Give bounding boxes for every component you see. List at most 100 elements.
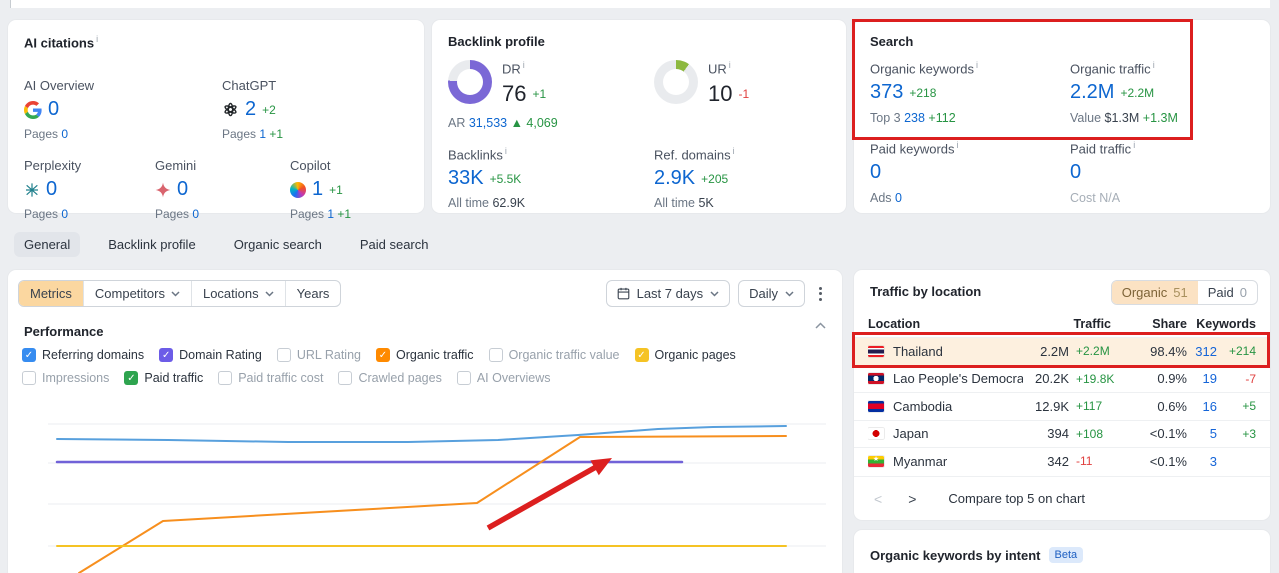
japan-flag: [868, 428, 884, 440]
collapse-section-button[interactable]: [815, 322, 826, 329]
ads-row: Ads 0: [870, 191, 902, 206]
info-icon[interactable]: i: [957, 140, 959, 150]
info-icon[interactable]: i: [523, 60, 525, 70]
search-title: Search: [870, 34, 914, 49]
chevron-up-icon: [815, 322, 826, 329]
info-icon[interactable]: i: [1133, 140, 1135, 150]
table-footer: < > Compare top 5 on chart: [854, 476, 1270, 520]
checkbox-organic-pages[interactable]: Organic pages: [634, 348, 736, 362]
paid-traffic-value[interactable]: 0: [1070, 161, 1081, 184]
cutoff-top-strip: [10, 0, 1270, 8]
paid-keywords-value[interactable]: 0: [870, 161, 881, 184]
myanmar-flag: [868, 455, 884, 467]
cost-row: Cost N/A: [1070, 191, 1121, 206]
info-icon[interactable]: i: [733, 146, 735, 156]
pages-value[interactable]: 1: [259, 127, 266, 141]
chevron-down-icon: [171, 290, 180, 297]
pages-value[interactable]: 0: [192, 207, 199, 221]
ai-overview-value: 0: [48, 98, 60, 120]
pages-value[interactable]: 1: [327, 207, 334, 221]
ur-donut: [654, 60, 698, 104]
location-table: Location Traffic Share Keywords Thailand…: [854, 310, 1270, 475]
cambodia-flag: [868, 400, 884, 412]
col-location[interactable]: Location: [868, 317, 1023, 331]
years-button[interactable]: Years: [284, 281, 341, 306]
info-icon[interactable]: i: [96, 34, 98, 44]
ur-change: -1: [738, 87, 750, 102]
backlinks-label: Backlinks i: [448, 146, 507, 163]
table-row-myanmar[interactable]: Myanmar 342 -11 <0.1% 3: [854, 447, 1270, 475]
ahrefs-rank: AR 31,533 ▲ 4,069: [448, 116, 558, 130]
backlink-profile-card: Backlink profile DR i 76 +1 AR 31,533 ▲ 4,…: [432, 20, 846, 213]
pages-value[interactable]: 0: [61, 207, 68, 221]
chart-filter-group: Metrics Competitors Locations Years: [18, 280, 342, 307]
ref-domains-label: Ref. domains i: [654, 146, 735, 163]
annotation-arrow: [590, 458, 612, 476]
copilot-label: Copilot: [290, 158, 331, 173]
copilot-metric: Copilot 1 +1 Pages 1 +1: [290, 158, 425, 221]
checkbox-referring-domains[interactable]: Referring domains: [22, 348, 144, 362]
more-options-button[interactable]: [813, 283, 828, 305]
annotation-arrow-group: [486, 458, 612, 531]
ref-domains-alltime: All time 5K: [654, 196, 714, 211]
checkbox-organic-traffic[interactable]: Organic traffic: [375, 348, 474, 362]
info-icon[interactable]: i: [1153, 60, 1155, 70]
checkbox-paid-traffic-cost[interactable]: Paid traffic cost: [218, 371, 323, 385]
dr-change: +1: [532, 87, 547, 102]
info-icon[interactable]: i: [976, 60, 978, 70]
checkbox-impressions[interactable]: Impressions: [22, 371, 109, 385]
next-page-button[interactable]: >: [902, 491, 922, 507]
organic-traffic-value[interactable]: 2.2M: [1070, 81, 1114, 104]
date-controls: Last 7 days Daily: [605, 280, 828, 307]
laos-flag: [868, 373, 884, 385]
checkbox-url-rating[interactable]: URL Rating: [276, 348, 361, 362]
checkbox-paid-traffic[interactable]: Paid traffic: [124, 371, 203, 385]
tab-general[interactable]: General: [14, 232, 81, 257]
metrics-button[interactable]: Metrics: [19, 281, 83, 306]
paid-keywords-label: Paid keywords i: [870, 140, 959, 157]
organic-keywords-value[interactable]: 373: [870, 81, 903, 104]
backlinks-value[interactable]: 33K: [448, 167, 484, 190]
thailand-flag: [868, 345, 884, 357]
performance-card: Metrics Competitors Locations Years Last…: [8, 270, 842, 573]
tab-organic-search[interactable]: Organic search: [224, 232, 332, 257]
table-row-laos[interactable]: Lao People's Democratic Reput 20.2K +19.…: [854, 364, 1270, 393]
tab-paid-search[interactable]: Paid search: [350, 232, 439, 257]
granularity-dropdown[interactable]: Daily: [738, 280, 805, 307]
pages-value[interactable]: 0: [61, 127, 68, 141]
checkbox-crawled-pages[interactable]: Crawled pages: [338, 371, 442, 385]
col-share[interactable]: Share: [1131, 317, 1187, 331]
col-keywords[interactable]: Keywords: [1187, 317, 1256, 331]
paid-traffic-label: Paid traffic i: [1070, 140, 1136, 157]
info-icon[interactable]: i: [505, 146, 507, 156]
dr-value: 76: [502, 81, 527, 107]
checkbox-ai-overviews[interactable]: AI Overviews: [456, 371, 550, 385]
checkbox-domain-rating[interactable]: Domain Rating: [159, 348, 262, 362]
toggle-organic[interactable]: Organic 51: [1111, 281, 1198, 304]
performance-chart: [48, 423, 826, 573]
checkbox-organic-traffic-value[interactable]: Organic traffic value: [488, 348, 620, 362]
organic-keywords-label: Organic keywords i: [870, 60, 979, 77]
prev-page-button[interactable]: <: [868, 491, 888, 507]
google-icon: [24, 100, 42, 119]
table-row-cambodia[interactable]: Cambodia 12.9K +117 0.6% 16 +5: [854, 392, 1270, 420]
dr-label: DR i: [502, 60, 525, 77]
gemini-label: Gemini: [155, 158, 197, 173]
toggle-paid[interactable]: Paid 0: [1198, 281, 1257, 304]
info-icon[interactable]: i: [729, 60, 731, 70]
date-range-dropdown[interactable]: Last 7 days: [605, 280, 731, 307]
ai-citations-title: AI citations i: [24, 34, 99, 51]
chatgpt-label: ChatGPT: [222, 78, 277, 93]
traffic-value-row: Value $1.3M +1.3M: [1070, 111, 1178, 126]
table-row-japan[interactable]: Japan 394 +108 <0.1% 5 +3: [854, 419, 1270, 448]
col-traffic[interactable]: Traffic: [1023, 317, 1131, 331]
search-card: Search Organic keywords i 373 +218 Top 3 2…: [854, 20, 1270, 213]
metric-checkboxes: Referring domains Domain Rating URL Rati…: [22, 348, 834, 385]
ref-domains-value[interactable]: 2.9K: [654, 167, 695, 190]
locations-dropdown[interactable]: Locations: [190, 281, 285, 306]
organic-traffic-label: Organic traffic i: [1070, 60, 1155, 77]
tab-backlink-profile[interactable]: Backlink profile: [98, 232, 205, 257]
competitors-dropdown[interactable]: Competitors: [82, 281, 191, 306]
organic-paid-toggle: Organic 51 Paid 0: [1110, 280, 1258, 305]
table-row-thailand[interactable]: Thailand 2.2M +2.2M 98.4% 312 +214: [854, 337, 1270, 365]
